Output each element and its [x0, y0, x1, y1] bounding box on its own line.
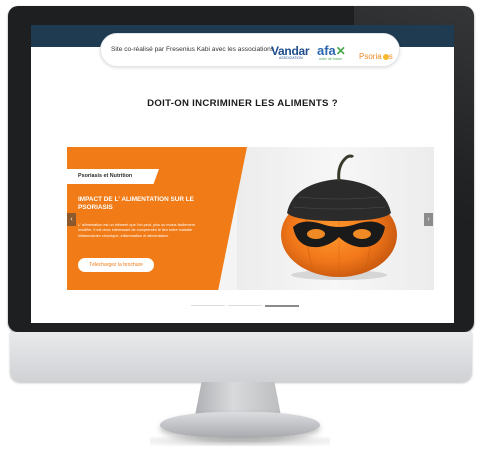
chevron-right-icon[interactable]: › [424, 213, 433, 226]
carousel-slide: Psoriasis et Nutrition IMPACT DE L' ALIM… [67, 147, 434, 290]
partner-banner: Site co-réalisé par Fresenius Kabi avec … [100, 33, 400, 67]
carousel-indicator-3[interactable] [265, 305, 299, 307]
afa-logo-subtext: crohn rch france [319, 57, 343, 61]
vandar-logo[interactable]: Vandar ASSOCIATION [271, 42, 310, 60]
monitor-stand-base [160, 412, 320, 438]
afa-leaf-icon: ✕ [335, 44, 346, 58]
download-brochure-button[interactable]: Téléchargez la brochure [78, 258, 154, 272]
slide-body: L' alimentation est un élément que l'on … [78, 223, 195, 238]
vandar-logo-subtext: ASSOCIATION [279, 56, 303, 60]
slide-heading: IMPACT DE L' ALIMENTATION SUR LE PSORIAS… [78, 196, 194, 212]
psoriasis-logo[interactable]: Psoria s [359, 46, 393, 64]
category-label: Psoriasis et Nutrition [78, 173, 133, 179]
psoriasis-logo-text: Psoria [359, 52, 382, 61]
carousel-indicator-2[interactable] [228, 305, 262, 306]
page-title: DOIT-ON INCRIMINER LES ALIMENTS ? [147, 98, 338, 109]
pumpkin-mask-image [281, 154, 397, 280]
monitor-mockup: Site co-réalisé par Fresenius Kabi avec … [0, 0, 478, 453]
partner-text: Site co-réalisé par Fresenius Kabi avec … [111, 46, 275, 53]
afa-logo[interactable]: afa✕ crohn rch france [317, 42, 346, 61]
website-screen: Site co-réalisé par Fresenius Kabi avec … [31, 25, 454, 323]
carousel-indicator-1[interactable] [191, 305, 225, 306]
afa-logo-text: afa [317, 43, 336, 58]
monitor-chin [10, 332, 472, 382]
chevron-left-icon[interactable]: ‹ [67, 213, 76, 226]
carousel-indicators [191, 305, 301, 307]
